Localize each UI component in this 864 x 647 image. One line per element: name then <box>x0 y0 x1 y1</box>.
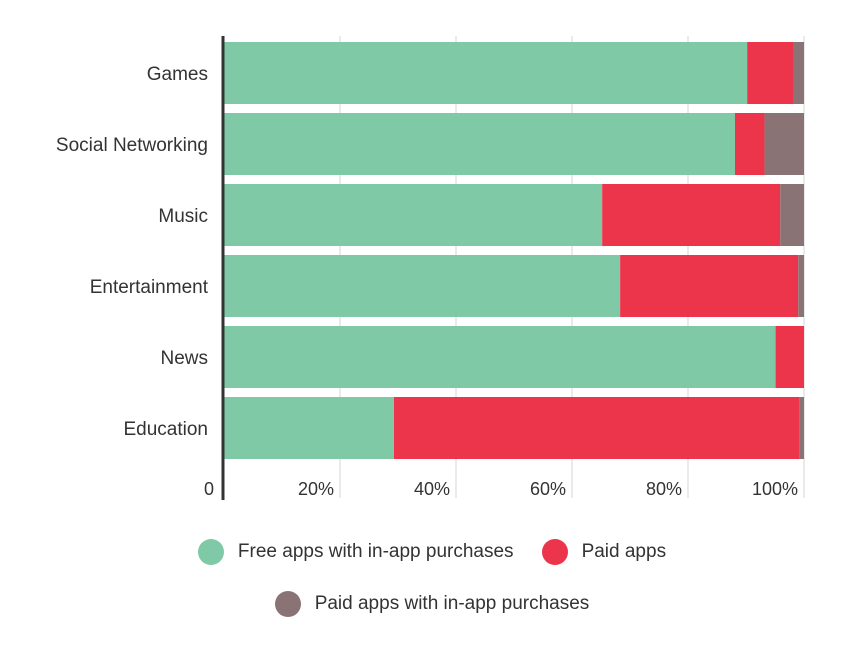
bar-games-free-apps-with-in-app-purchases <box>224 42 748 104</box>
legend-item-paid: Paid apps <box>541 539 667 565</box>
bar-games-paid-apps <box>747 42 794 104</box>
category-labels: Games Social Networking Music Entertainment… <box>56 64 209 440</box>
legend-row-1: Free apps with in-app purchases Paid app… <box>0 530 864 574</box>
stacked-bar-chart: Games Social Networking Music Entertainment… <box>56 36 805 500</box>
bars <box>224 42 804 459</box>
legend-swatch-paid-iap <box>274 591 301 617</box>
category-label-news: News <box>160 348 208 369</box>
legend-label-paid: Paid apps <box>581 541 667 562</box>
legend-swatch-free-iap <box>197 539 224 565</box>
bar-news-paid-apps <box>775 326 804 388</box>
legend-label-paid-iap: Paid apps with in-app purchases <box>314 593 590 614</box>
legend-swatch-paid <box>541 539 568 565</box>
bar-games-paid-apps-with-in-app-purchases <box>793 42 804 104</box>
legend-item-free-iap: Free apps with in-app purchases <box>197 539 514 565</box>
x-tick-label-20: 20% <box>298 479 334 499</box>
bar-education-paid-apps <box>393 397 800 459</box>
bar-social-networking-paid-apps-with-in-app-purchases <box>764 113 804 175</box>
x-tick-labels: 0 20% 40% 60% 80% 100% <box>204 479 798 499</box>
category-label-education: Education <box>123 419 208 440</box>
category-label-music: Music <box>158 206 208 227</box>
bar-music-free-apps-with-in-app-purchases <box>224 184 603 246</box>
bar-entertainment-paid-apps-with-in-app-purchases <box>798 255 804 317</box>
bar-music-paid-apps-with-in-app-purchases <box>780 184 804 246</box>
legend-row-2: Paid apps with in-app purchases <box>0 582 864 626</box>
category-label-entertainment: Entertainment <box>90 277 209 298</box>
bar-music-paid-apps <box>602 184 781 246</box>
x-tick-label-40: 40% <box>414 479 450 499</box>
x-tick-label-80: 80% <box>646 479 682 499</box>
bar-entertainment-paid-apps <box>620 255 799 317</box>
bar-news-free-apps-with-in-app-purchases <box>224 326 776 388</box>
x-tick-label-100: 100% <box>752 479 798 499</box>
category-label-social-networking: Social Networking <box>56 135 208 156</box>
bar-social-networking-paid-apps <box>734 113 765 175</box>
legend-label-free-iap: Free apps with in-app purchases <box>237 541 514 562</box>
bar-education-free-apps-with-in-app-purchases <box>224 397 394 459</box>
category-label-games: Games <box>147 64 208 85</box>
bar-entertainment-free-apps-with-in-app-purchases <box>224 255 621 317</box>
x-tick-label-0: 0 <box>204 479 214 499</box>
bar-social-networking-free-apps-with-in-app-purchases <box>224 113 735 175</box>
x-tick-label-60: 60% <box>530 479 566 499</box>
legend-item-paid-iap: Paid apps with in-app purchases <box>274 591 590 617</box>
legend: Free apps with in-app purchases Paid app… <box>0 530 864 634</box>
bar-education-paid-apps-with-in-app-purchases <box>799 397 804 459</box>
